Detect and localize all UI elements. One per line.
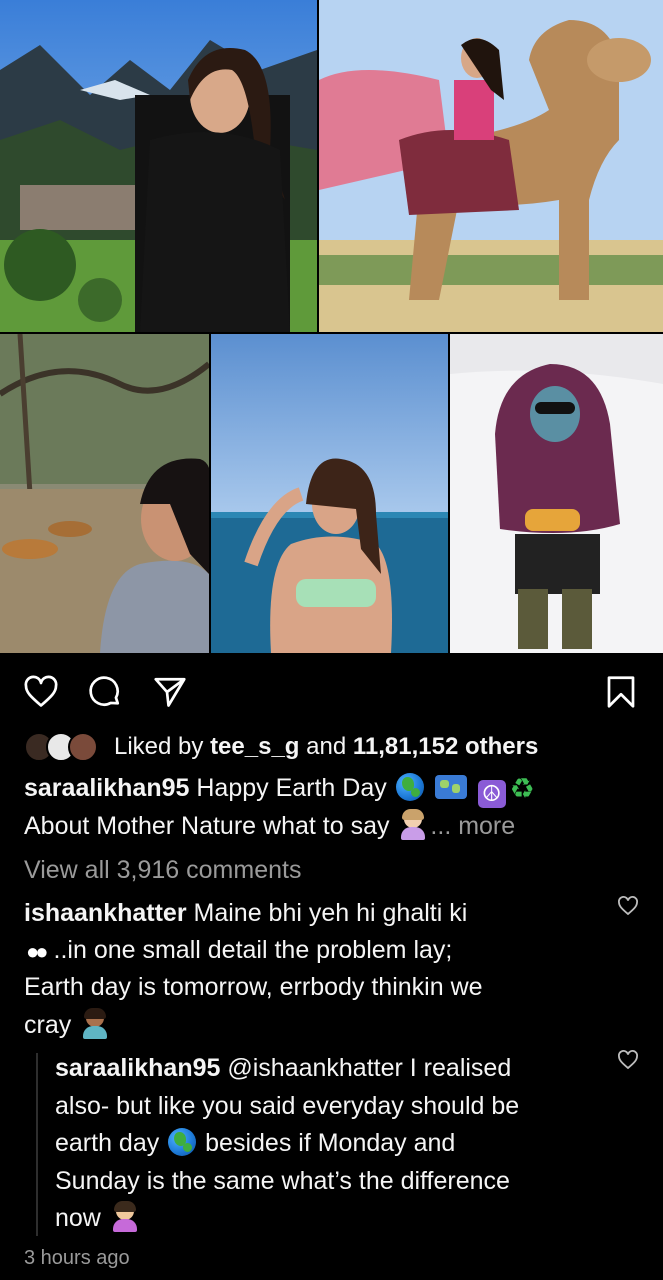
reply-text-1: I realised [402, 1054, 512, 1082]
person-facepalming-icon [80, 1008, 110, 1039]
photo-tigers-forest[interactable] [0, 334, 209, 653]
post-photo-collage[interactable] [0, 0, 663, 653]
post-action-bar [0, 668, 663, 714]
photo-snow[interactable] [450, 334, 663, 653]
caption-username[interactable]: saraalikhan95 [24, 774, 189, 802]
comment-line-1: ishaankhatter Maine bhi yeh hi ghalti ki [24, 894, 467, 932]
likes-count[interactable]: 11,81,152 others [353, 733, 538, 761]
peace-symbol-icon: ☮ [477, 780, 506, 808]
caption-more-link[interactable]: ... more [430, 812, 515, 840]
reply-username[interactable]: saraalikhan95 [55, 1054, 220, 1082]
comment-line-2: ●● ..in one small detail the problem lay… [24, 931, 452, 971]
heart-icon [618, 896, 638, 916]
caption-text: Happy Earth Day [196, 774, 387, 802]
comment-text-4: cray [24, 1011, 72, 1039]
reply-like-button[interactable] [616, 1048, 640, 1072]
caption-text-2: About Mother Nature what to say [24, 812, 390, 840]
share-button[interactable] [150, 672, 190, 712]
earth-globe-icon [395, 773, 424, 801]
photo-mountain-portrait[interactable] [0, 0, 317, 332]
reply-text-4: Sunday is the same what’s the difference [55, 1167, 510, 1195]
bookmark-icon [607, 676, 635, 708]
reply-text-3a: earth day [55, 1129, 160, 1157]
reply-line-5: now [55, 1199, 142, 1237]
reply-text-5: now [55, 1204, 101, 1232]
earth-globe-icon [168, 1128, 197, 1156]
reply-line-1: saraalikhan95 @ishaankhatter I realised [55, 1049, 511, 1087]
liker-avatars [24, 730, 102, 764]
caption-line-2: About Mother Nature what to say ... more [24, 807, 515, 845]
person-tipping-hand-icon [398, 809, 428, 840]
world-map-icon [434, 775, 467, 799]
person-shrugging-icon [110, 1201, 140, 1232]
likes-middle: and [299, 733, 353, 760]
view-all-comments-link[interactable]: View all 3,916 comments [24, 851, 301, 889]
likes-prefix: Liked by [114, 733, 211, 760]
liker-username[interactable]: tee_s_g [210, 733, 299, 761]
reply-text-2: also- but like you said everyday should … [55, 1092, 520, 1120]
comment-username[interactable]: ishaankhatter [24, 899, 187, 927]
eyes-icon: ●● [26, 939, 48, 964]
post-timestamp: 3 hours ago [24, 1247, 130, 1269]
save-button[interactable] [601, 672, 641, 712]
reply-mention[interactable]: @ishaankhatter [227, 1054, 402, 1082]
comment-icon [89, 676, 120, 706]
photo-beach[interactable] [211, 334, 448, 653]
reply-line-3: earth day besides if Monday and [55, 1124, 455, 1162]
comment-button[interactable] [85, 672, 125, 712]
like-button[interactable] [21, 672, 61, 712]
comment-line-4: cray [24, 1006, 112, 1044]
reply-thread-line [36, 1053, 38, 1236]
comment-text: Maine bhi yeh hi ghalti ki [193, 899, 468, 927]
recycle-icon: ♻ [509, 773, 535, 804]
comment-text-3: Earth day is tomorrow, errbody thinkin w… [24, 973, 483, 1001]
heart-icon [24, 675, 58, 707]
photo-camel-ride[interactable] [319, 0, 663, 332]
reply-text-3b: besides if Monday and [205, 1129, 456, 1157]
avatar [68, 732, 98, 762]
share-icon [154, 677, 186, 707]
heart-icon [618, 1050, 638, 1070]
likes-summary[interactable]: Liked by tee_s_g and 11,81,152 others [24, 729, 538, 765]
comment-text-2: ..in one small detail the problem lay; [53, 936, 453, 964]
comment-like-button[interactable] [616, 894, 640, 918]
caption-line-1: saraalikhan95 Happy Earth Day ☮ ♻ [24, 769, 537, 808]
